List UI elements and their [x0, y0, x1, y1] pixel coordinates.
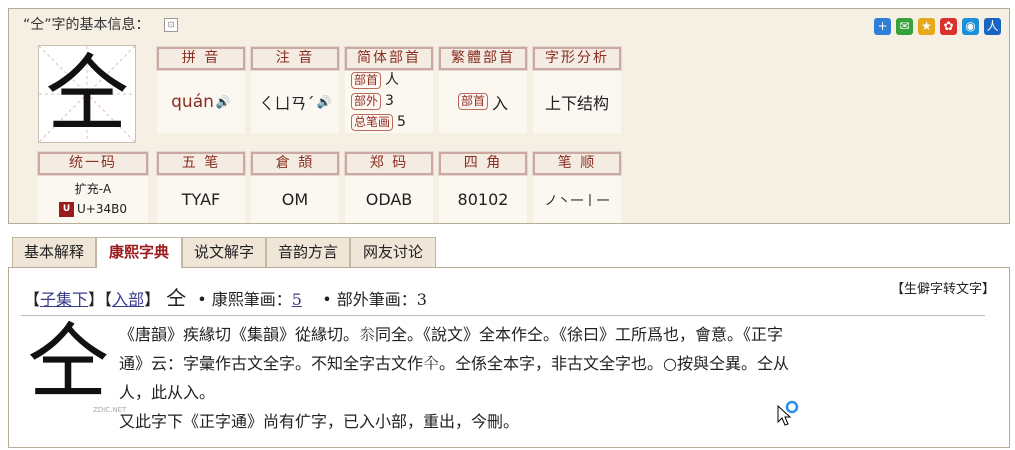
unicode-label: 统一码 [37, 151, 149, 176]
structure-cell: 字形分析 上下结构 [532, 46, 622, 133]
outside-strokes-value: 3 [416, 290, 427, 309]
kangxi-strokes-label: • 康熙筆画： [197, 290, 292, 309]
strokes-outside-value: 3 [385, 93, 394, 109]
bracket-open: 【 [24, 290, 41, 309]
radical-value[interactable]: 人 [385, 72, 399, 88]
traditional-radical-label: 繁體部首 [438, 46, 528, 71]
radical-link[interactable]: 入部 [112, 290, 144, 309]
trad-radical-value[interactable]: 入 [492, 90, 508, 114]
cangjie-cell: 倉 頡 OM [250, 151, 340, 223]
dictionary-tabs: 基本解释 康熙字典 说文解字 音韵方言 网友讨论 [8, 237, 1010, 268]
trad-radical-tag: 部首 [457, 93, 488, 110]
tab-basic[interactable]: 基本解释 [12, 237, 96, 267]
info-title-text: “仝”字的基本信息： [23, 17, 150, 33]
wubi-value: TYAF [157, 175, 245, 223]
unicode-block: 扩充-A [74, 182, 112, 196]
zhengma-cell: 郑 码 ODAB [344, 151, 434, 223]
kangxi-strokes-link[interactable]: 5 [292, 290, 302, 309]
structure-label: 字形分析 [532, 46, 622, 71]
wubi-cell: 五 笔 TYAF [156, 151, 246, 223]
traditional-radical-value: 部首入 [439, 70, 527, 133]
sijiao-label: 四 角 [438, 151, 528, 176]
body-line: 《唐韻》疾緣切《集韻》從緣切。𠫭同全。《說文》全本作仝。《徐曰》工所爲也，會意。… [119, 325, 784, 344]
bishun-cell: 笔 顺 ノ丶一丨一 [532, 151, 622, 223]
pinyin-text: quán [171, 91, 214, 112]
share-bar: + ✉ ★ ✿ ◉ 人 [874, 18, 1001, 35]
seal-character-image: 仝 [27, 315, 110, 410]
tencent-icon[interactable]: ◉ [962, 18, 979, 35]
bishun-label: 笔 顺 [532, 151, 622, 176]
character-info-panel: “仝”字的基本信息： ⊡ + ✉ ★ ✿ ◉ 人 仝 拼 音 quán 🔊 注 音 ㄑㄩㄢ… [8, 8, 1010, 224]
pinyin-cell: 拼 音 quán 🔊 [156, 46, 246, 133]
sijiao-value: 80102 [439, 175, 527, 223]
bishun-value: ノ丶一丨一 [533, 175, 621, 223]
structure-value: 上下结构 [533, 70, 621, 133]
pin-icon[interactable]: ⊡ [163, 18, 178, 32]
zhengma-label: 郑 码 [344, 151, 434, 176]
share-plus-icon[interactable]: + [874, 18, 891, 35]
unicode-cell: 统一码 扩充-A U U+34B0 [37, 151, 149, 223]
total-strokes-tag: 总笔画 [351, 114, 394, 131]
unicode-value: 扩充-A U U+34B0 [38, 175, 148, 223]
sijiao-cell: 四 角 80102 [438, 151, 528, 223]
zhengma-value: ODAB [345, 175, 433, 223]
simplified-radical-value: 部首人 部外 3 总笔画 5 [345, 70, 433, 133]
qzone-icon[interactable]: ★ [918, 18, 935, 35]
speaker-icon[interactable]: 🔊 [216, 95, 231, 109]
zhuyin-text: ㄑㄩㄢˊ [258, 93, 315, 113]
kangxi-header: 【子集下】【入部】仝 • 康熙筆画：5 • 部外筆画：3 [24, 282, 427, 311]
divider [21, 315, 985, 316]
wechat-icon[interactable]: ✉ [896, 18, 913, 35]
simplified-radical-label: 简体部首 [344, 46, 434, 71]
cangjie-value: OM [251, 175, 339, 223]
collection-link[interactable]: 子集下 [40, 290, 88, 309]
wubi-label: 五 笔 [156, 151, 246, 176]
speaker-icon[interactable]: 🔊 [317, 95, 332, 109]
unicode-code: U+34B0 [77, 202, 127, 216]
tab-discussion[interactable]: 网友讨论 [350, 237, 436, 267]
unicode-logo-icon: U [59, 202, 74, 217]
renren-icon[interactable]: 人 [984, 18, 1001, 35]
zhuyin-value: ㄑㄩㄢˊ 🔊 [251, 70, 339, 133]
kangxi-character: 仝 [166, 286, 187, 310]
kangxi-content: 【子集下】【入部】仝 • 康熙筆画：5 • 部外筆画：3 【生僻字转文字】 仝 … [8, 268, 1010, 448]
body-line: 通》云：字彙作古文全字。不知全字古文作𠓝。仝係全本字，非古文全字也。○按與仝異。… [119, 354, 789, 373]
pinyin-label: 拼 音 [156, 46, 246, 71]
cangjie-label: 倉 頡 [250, 151, 340, 176]
busy-cursor-icon [777, 400, 799, 426]
bracket-close: 】 [144, 290, 161, 309]
info-title: “仝”字的基本信息： ⊡ [23, 14, 178, 34]
radical-tag: 部首 [351, 72, 382, 89]
character-preview: 仝 [38, 45, 136, 143]
tab-yinyun[interactable]: 音韵方言 [266, 237, 350, 267]
tab-kangxi[interactable]: 康熙字典 [96, 237, 182, 268]
total-strokes-value: 5 [397, 114, 406, 130]
outside-strokes-label: • 部外筆画： [322, 290, 417, 309]
body-line: 人，此从入。 [119, 383, 216, 402]
body-line: 又此字下《正字通》尚有𠆲字，已入小部，重出，今刪。 [119, 412, 520, 431]
tab-shuowen[interactable]: 说文解字 [182, 237, 266, 267]
bracket-open: 【 [104, 290, 113, 309]
convert-rare-char-link[interactable]: 【生僻字转文字】 [891, 278, 995, 297]
kangxi-body: 《唐韻》疾緣切《集韻》從緣切。𠫭同全。《說文》全本作仝。《徐曰》工所爲也，會意。… [119, 320, 979, 436]
simplified-radical-cell: 简体部首 部首人 部外 3 总笔画 5 [344, 46, 434, 133]
pinyin-value: quán 🔊 [157, 70, 245, 133]
bracket-close: 】 [88, 290, 105, 309]
traditional-radical-cell: 繁體部首 部首入 [438, 46, 528, 133]
weibo-icon[interactable]: ✿ [940, 18, 957, 35]
strokes-outside-tag: 部外 [351, 93, 382, 110]
zhuyin-label: 注 音 [250, 46, 340, 71]
big-character: 仝 [44, 45, 129, 143]
zhuyin-cell: 注 音 ㄑㄩㄢˊ 🔊 [250, 46, 340, 133]
